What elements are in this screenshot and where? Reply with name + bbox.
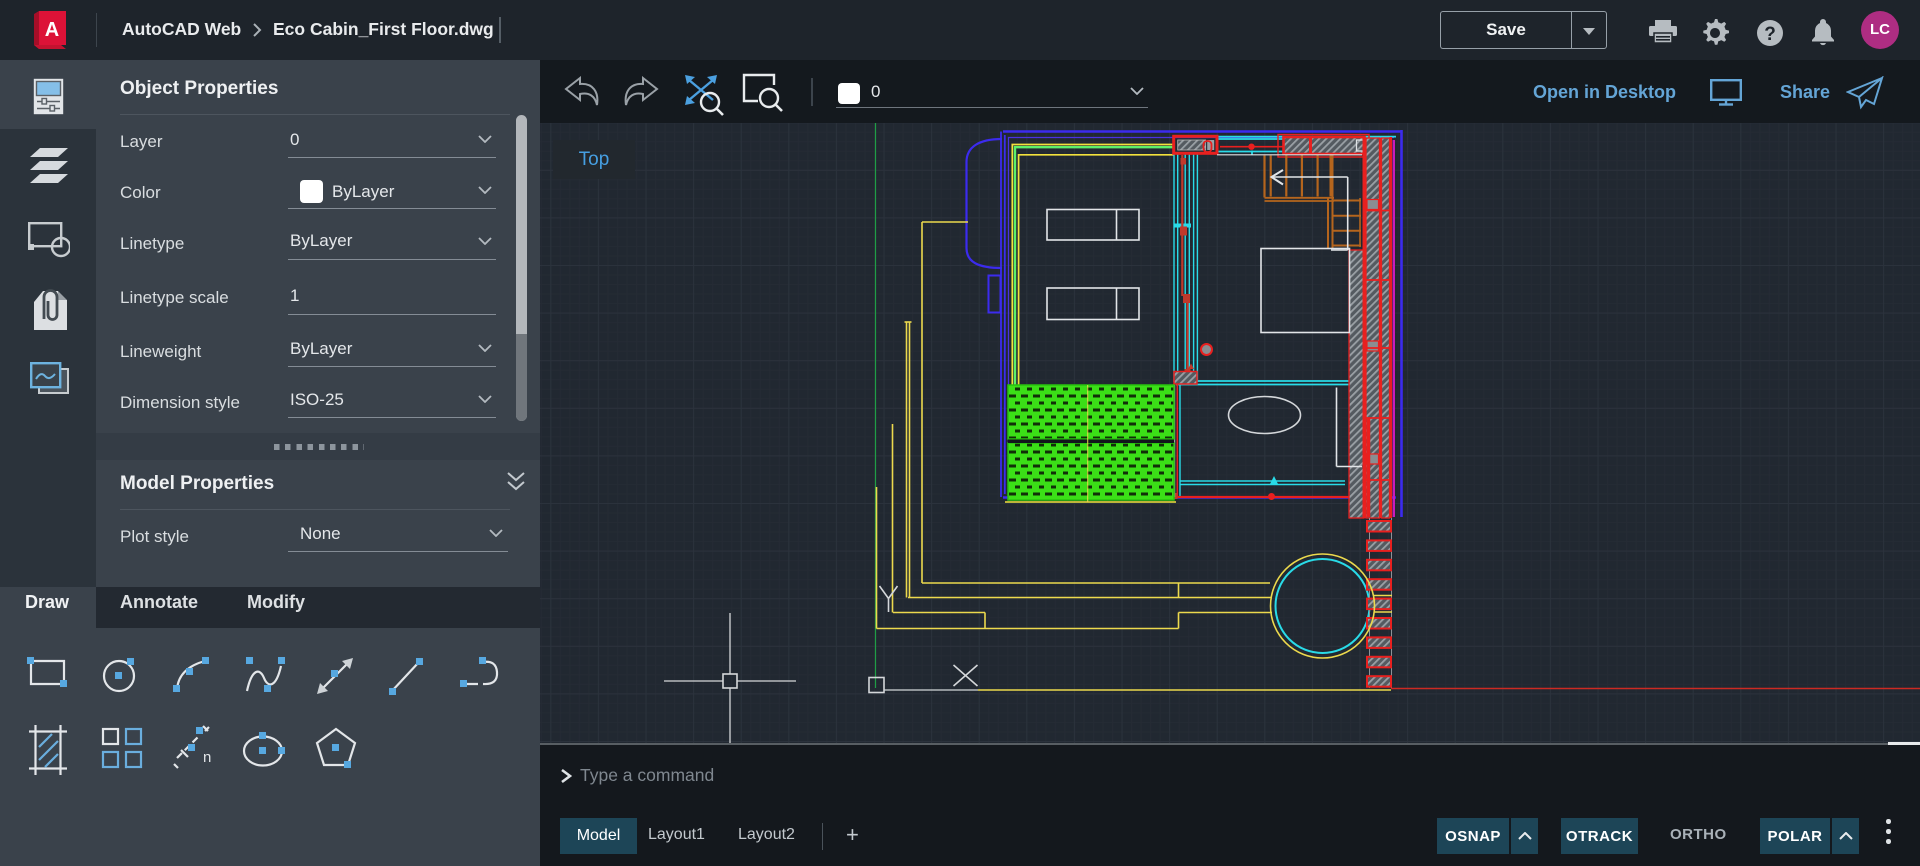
svg-text:A: A: [45, 19, 59, 41]
svg-text:n: n: [203, 749, 211, 766]
svg-text:?: ?: [1764, 24, 1776, 45]
